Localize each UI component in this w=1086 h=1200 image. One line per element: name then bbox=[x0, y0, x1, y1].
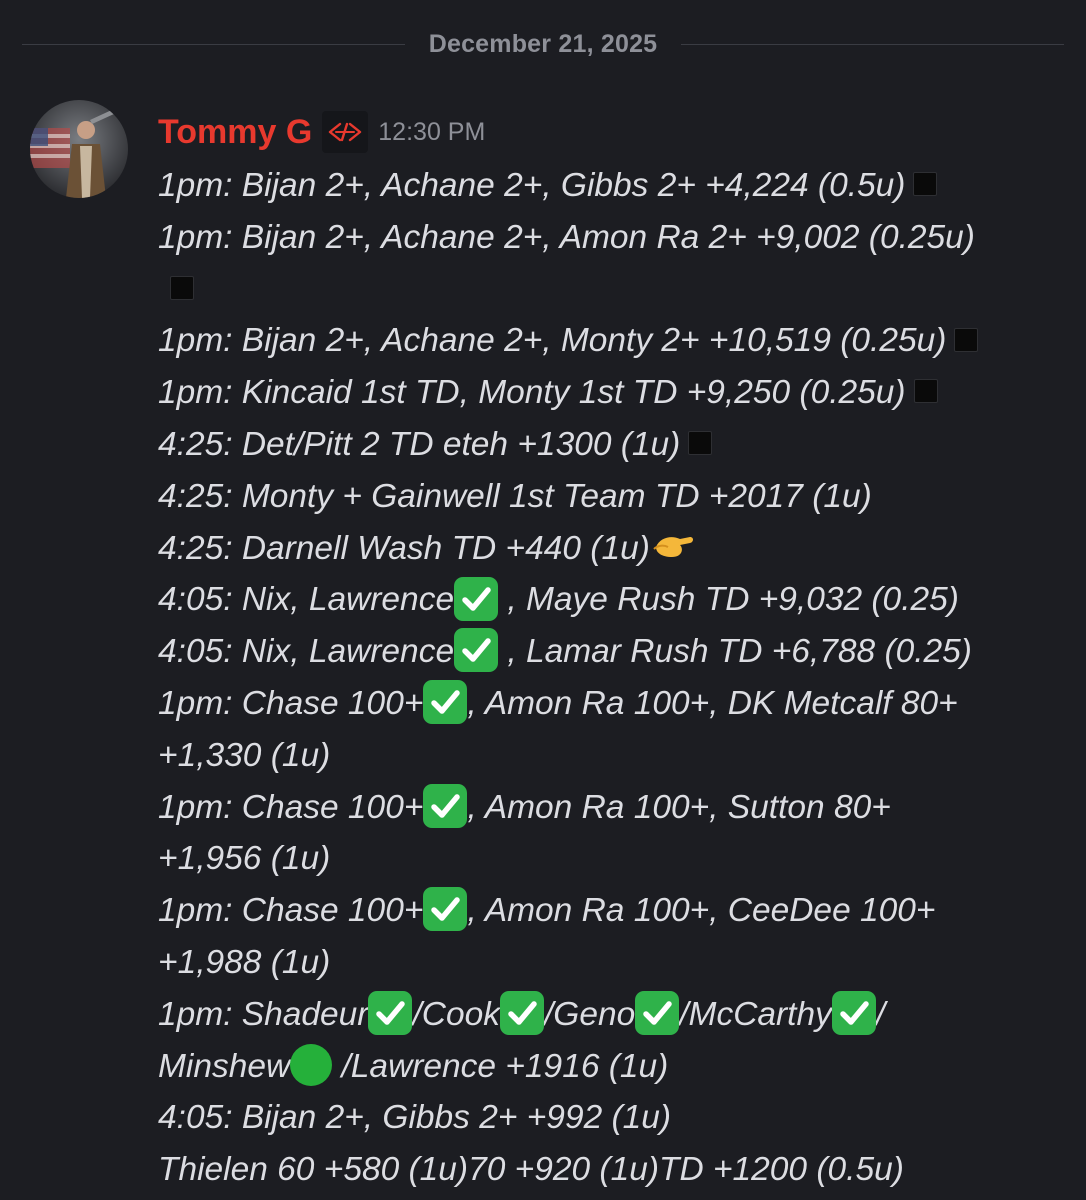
white-check-mark-emoji bbox=[423, 680, 468, 725]
white-check-mark-emoji bbox=[423, 783, 468, 828]
message-line: 1pm: Kincaid 1st TD, Monty 1st TD +9,250… bbox=[158, 367, 1063, 419]
message-line: Thielen 60 +580 (1u)70 +920 (1u)TD +1200… bbox=[158, 1151, 904, 1189]
pinching-hand-emoji bbox=[650, 527, 696, 567]
message-line: 1pm: Chase 100+, Amon Ra 100+, CeeDee 10… bbox=[158, 885, 1063, 937]
white-check-mark-emoji bbox=[454, 628, 499, 673]
black-square-emoji bbox=[913, 172, 938, 197]
message-line: 4:05: Nix, Lawrence , Maye Rush TD +9,03… bbox=[158, 574, 1063, 626]
white-check-mark-emoji bbox=[635, 990, 680, 1035]
date-divider: December 21, 2025 bbox=[22, 24, 1064, 64]
divider-line-left bbox=[22, 43, 405, 45]
avatar[interactable] bbox=[30, 100, 128, 198]
message-line: +1,988 (1u) bbox=[158, 943, 331, 981]
black-square-emoji bbox=[954, 327, 979, 352]
message-line: 1pm: Bijan 2+, Achane 2+, Gibbs 2+ +4,22… bbox=[158, 160, 1063, 212]
white-check-mark-emoji bbox=[831, 990, 876, 1035]
message-line: 1pm: Bijan 2+, Achane 2+, Monty 2+ +10,5… bbox=[158, 315, 1063, 367]
divider-line-right bbox=[681, 43, 1064, 45]
message-line: +1,330 (1u) bbox=[158, 736, 331, 774]
message-line: 1pm: Chase 100+, Amon Ra 100+, DK Metcal… bbox=[158, 678, 1063, 730]
message-line: 1pm: Shadeur/Cook/Geno/McCarthy / bbox=[158, 989, 1063, 1041]
role-tag-icon[interactable] bbox=[322, 111, 369, 153]
white-check-mark-emoji bbox=[423, 887, 468, 932]
green-circle-emoji bbox=[290, 1043, 333, 1086]
message-line: 4:25: Det/Pitt 2 TD eteh +1300 (1u) bbox=[158, 419, 1063, 471]
black-square-emoji bbox=[688, 431, 713, 456]
message-content: 1pm: Bijan 2+, Achane 2+, Gibbs 2+ +4,22… bbox=[158, 160, 1063, 1196]
white-check-mark-emoji bbox=[499, 990, 544, 1035]
message-line: 1pm: Bijan 2+, Achane 2+, Amon Ra 2+ +9,… bbox=[158, 218, 975, 256]
black-square-emoji bbox=[170, 275, 194, 300]
message-header: Tommy G 12:30 PM bbox=[158, 108, 485, 156]
white-check-mark-emoji bbox=[454, 576, 499, 621]
message-line: 4:05: Nix, Lawrence , Lamar Rush TD +6,7… bbox=[158, 626, 1063, 678]
message-line bbox=[158, 264, 1063, 316]
username[interactable]: Tommy G bbox=[158, 113, 312, 152]
date-divider-label: December 21, 2025 bbox=[428, 29, 658, 58]
white-check-mark-emoji bbox=[368, 990, 413, 1035]
black-square-emoji bbox=[913, 379, 938, 404]
message-line: 1pm: Chase 100+, Amon Ra 100+, Sutton 80… bbox=[158, 782, 1063, 834]
message-line: 4:05: Bijan 2+, Gibbs 2+ +992 (1u) bbox=[158, 1099, 672, 1137]
message-timestamp: 12:30 PM bbox=[378, 117, 486, 146]
message-line: 4:25: Darnell Wash TD +440 (1u) bbox=[158, 523, 1063, 575]
message-line: Minshew /Lawrence +1916 (1u) bbox=[158, 1041, 1063, 1093]
message-line: 4:25: Monty + Gainwell 1st Team TD +2017… bbox=[158, 477, 872, 515]
message-line: +1,956 (1u) bbox=[158, 840, 331, 878]
